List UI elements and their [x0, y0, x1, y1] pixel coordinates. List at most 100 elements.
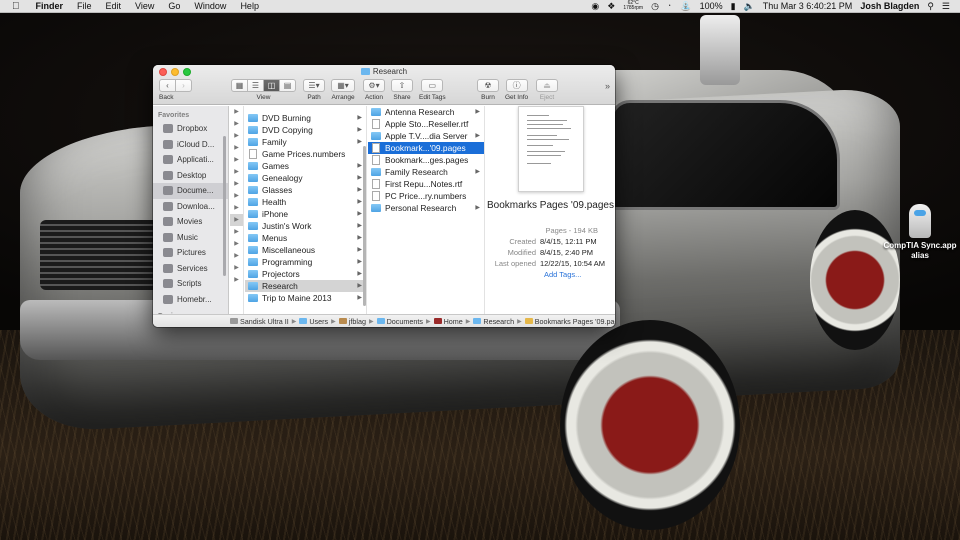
- sidebar-item-pictures[interactable]: Pictures: [153, 245, 228, 261]
- chevron-right-icon[interactable]: ▶: [230, 154, 243, 166]
- path-item[interactable]: Users: [299, 317, 328, 326]
- desktop-alias-icon[interactable]: CompTIA Sync.app alias: [880, 204, 960, 261]
- list-item[interactable]: Apple T.V....dia Server ▶: [368, 130, 484, 142]
- column-view-button[interactable]: ◫: [263, 79, 280, 92]
- chevron-right-icon[interactable]: ▶: [230, 202, 243, 214]
- sidebar-item-music[interactable]: Music: [153, 230, 228, 246]
- path-item[interactable]: Sandisk Ultra II: [230, 317, 289, 326]
- list-item[interactable]: Bookmark...ges.pages: [368, 154, 484, 166]
- sidebar-item-documents[interactable]: Docume...: [153, 183, 228, 199]
- path-button[interactable]: ☰▾: [303, 79, 325, 92]
- chevron-right-icon[interactable]: ▶: [230, 250, 243, 262]
- list-item[interactable]: Trip to Maine 2013 ▶: [245, 292, 366, 304]
- list-item[interactable]: Antenna Research ▶: [368, 106, 484, 118]
- temperature-monitor[interactable]: 62°C 1785rpm: [623, 1, 643, 11]
- list-item[interactable]: Games ▶: [245, 160, 366, 172]
- list-item[interactable]: DVD Burning ▶: [245, 112, 366, 124]
- chevron-right-icon[interactable]: ▶: [230, 190, 243, 202]
- sidebar-item-icloud-drive[interactable]: iCloud D...: [153, 137, 228, 153]
- list-item-selected[interactable]: Research ▶: [245, 280, 366, 292]
- dropbox-icon[interactable]: ❖: [607, 1, 615, 12]
- volume-icon[interactable]: 🔈: [744, 1, 755, 12]
- user-menu[interactable]: Josh Blagden: [860, 1, 919, 11]
- sidebar-scrollbar[interactable]: [223, 136, 226, 276]
- chevron-right-icon[interactable]: ▶: [230, 118, 243, 130]
- sidebar-item-downloads[interactable]: Downloa...: [153, 199, 228, 215]
- toolbar-overflow-icon[interactable]: »: [605, 81, 610, 91]
- chevron-right-icon[interactable]: ▶: [230, 274, 243, 286]
- chevron-right-icon[interactable]: ▶: [230, 262, 243, 274]
- record-icon[interactable]: ◉: [591, 1, 599, 12]
- list-item[interactable]: Family ▶: [245, 136, 366, 148]
- icon-view-button[interactable]: ▦: [231, 79, 248, 92]
- chevron-right-icon[interactable]: ▶: [230, 214, 243, 226]
- path-item[interactable]: Documents: [376, 317, 423, 326]
- sidebar-item-homebrew[interactable]: Homebr...: [153, 292, 228, 308]
- list-item[interactable]: Glasses ▶: [245, 184, 366, 196]
- clock[interactable]: Thu Mar 3 6:40:21 PM: [763, 1, 853, 11]
- list-item[interactable]: Programming ▶: [245, 256, 366, 268]
- tag-icon[interactable]: ▭: [421, 79, 444, 92]
- arrange-button[interactable]: ▦▾: [331, 79, 355, 92]
- list-item[interactable]: PC Price...ry.numbers: [368, 190, 484, 202]
- chevron-right-icon: ▶: [357, 175, 362, 181]
- menu-view[interactable]: View: [135, 1, 154, 11]
- chevron-right-icon[interactable]: ▶: [230, 106, 243, 118]
- action-gear-button[interactable]: ⚙▾: [363, 79, 385, 92]
- list-item[interactable]: Projectors ▶: [245, 268, 366, 280]
- sidebar-item-movies[interactable]: Movies: [153, 214, 228, 230]
- sidebar-item-services[interactable]: Services: [153, 261, 228, 277]
- path-item[interactable]: Research: [473, 317, 514, 326]
- list-item[interactable]: Justin's Work ▶: [245, 220, 366, 232]
- menu-app-name[interactable]: Finder: [36, 1, 64, 11]
- spotlight-icon[interactable]: ⚲: [927, 1, 934, 12]
- path-item[interactable]: jfblag: [338, 317, 366, 326]
- list-item[interactable]: Apple Sto...Reseller.rtf: [368, 118, 484, 130]
- battery-percent[interactable]: 100%: [700, 1, 723, 11]
- list-item[interactable]: DVD Copying ▶: [245, 124, 366, 136]
- apple-menu-icon[interactable]: : [12, 1, 20, 12]
- eject-icon[interactable]: ⏏: [536, 79, 558, 92]
- bluetooth-icon[interactable]: ᛫: [667, 1, 672, 11]
- column-scrollbar[interactable]: [363, 146, 366, 306]
- chevron-right-icon[interactable]: ▶: [230, 238, 243, 250]
- sidebar-item-applications[interactable]: Applicati...: [153, 152, 228, 168]
- path-item[interactable]: Bookmarks Pages '09.pages: [524, 317, 615, 326]
- burn-icon[interactable]: ☢: [477, 79, 499, 92]
- list-item[interactable]: Game Prices.numbers: [245, 148, 366, 160]
- chevron-right-icon[interactable]: ▶: [230, 178, 243, 190]
- list-item[interactable]: Health ▶: [245, 196, 366, 208]
- sidebar-item-scripts[interactable]: Scripts: [153, 276, 228, 292]
- time-machine-icon[interactable]: ◷: [651, 1, 659, 12]
- chevron-right-icon[interactable]: ▶: [230, 142, 243, 154]
- notification-center-icon[interactable]: ☰: [942, 1, 950, 12]
- forward-button[interactable]: ›: [175, 79, 192, 92]
- menu-edit[interactable]: Edit: [106, 1, 122, 11]
- list-item[interactable]: First Repu...Notes.rtf: [368, 178, 484, 190]
- chevron-right-icon[interactable]: ▶: [230, 130, 243, 142]
- list-view-button[interactable]: ☰: [247, 79, 264, 92]
- list-item[interactable]: Menus ▶: [245, 232, 366, 244]
- list-item-selected[interactable]: Bookmark...'09.pages: [368, 142, 484, 154]
- chevron-right-icon[interactable]: ▶: [230, 166, 243, 178]
- list-item[interactable]: Miscellaneous ▶: [245, 244, 366, 256]
- list-item[interactable]: Personal Research ▶: [368, 202, 484, 214]
- coverflow-view-button[interactable]: ▤: [279, 79, 296, 92]
- path-item[interactable]: Home: [433, 317, 463, 326]
- menu-file[interactable]: File: [77, 1, 92, 11]
- chevron-right-icon[interactable]: ▶: [230, 226, 243, 238]
- share-icon[interactable]: ⇧: [391, 79, 413, 92]
- menu-go[interactable]: Go: [168, 1, 180, 11]
- wifi-icon[interactable]: ⛲: [680, 1, 691, 12]
- menu-window[interactable]: Window: [194, 1, 226, 11]
- battery-icon[interactable]: ▮: [731, 1, 736, 12]
- sidebar-item-desktop[interactable]: Desktop: [153, 168, 228, 184]
- list-item[interactable]: Family Research ▶: [368, 166, 484, 178]
- sidebar-item-dropbox[interactable]: Dropbox: [153, 121, 228, 137]
- info-icon[interactable]: ⓘ: [505, 79, 528, 92]
- list-item[interactable]: iPhone ▶: [245, 208, 366, 220]
- menu-help[interactable]: Help: [240, 1, 259, 11]
- list-item[interactable]: Genealogy ▶: [245, 172, 366, 184]
- back-button[interactable]: ‹: [159, 79, 176, 92]
- add-tags-link[interactable]: Add Tags...: [544, 270, 581, 279]
